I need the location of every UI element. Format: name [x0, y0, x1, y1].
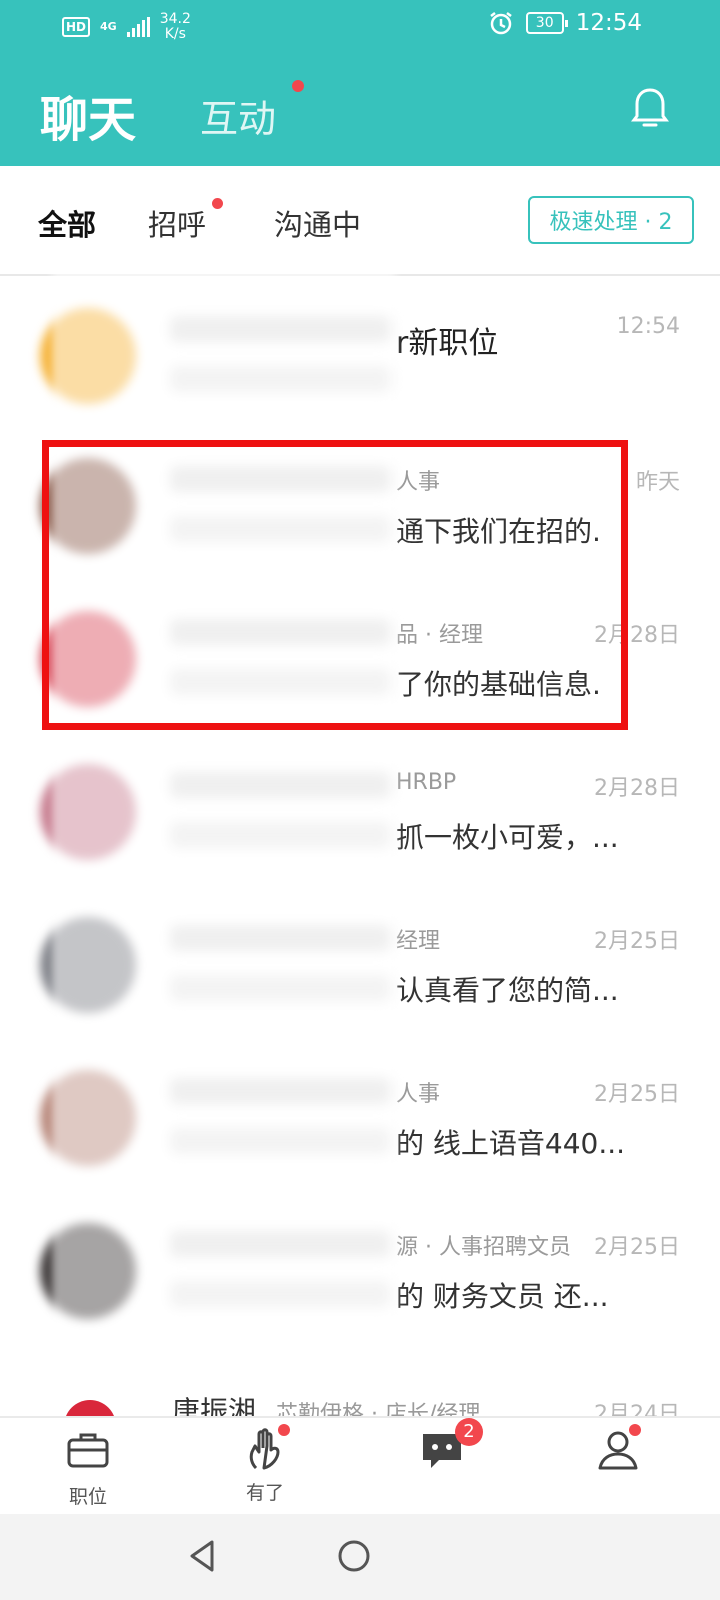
conversation-item-partial[interactable]: 唐振湘 芯勤伊格 · 店长/经理 2月24日	[0, 1396, 720, 1416]
company-role: HRBP	[396, 770, 457, 795]
company-role: 人事	[396, 470, 441, 495]
filter-greet[interactable]: 招呼	[148, 202, 206, 244]
battery-icon: 30	[525, 12, 568, 34]
filter-tabs: 全部 招呼 沟通中 极速处理 · 2	[0, 166, 720, 276]
contact-name: 唐振湘	[172, 1396, 257, 1416]
blurred-message	[170, 366, 390, 392]
message-preview: 的 线上语音440...	[396, 1127, 626, 1160]
nav-jobs-label: 职位	[68, 1486, 107, 1508]
message-preview: 的 财务文员 还...	[396, 1280, 609, 1313]
blurred-name	[170, 925, 390, 951]
nav-messages[interactable]: 2	[382, 1418, 502, 1472]
tab-interaction[interactable]: 互动	[200, 88, 276, 143]
message-time: 2月25日	[594, 1082, 680, 1107]
profile-dot	[629, 1424, 641, 1436]
status-bar: HD 4G 34.2 K/s 30 12:54	[0, 0, 720, 56]
network-type: 4G	[100, 20, 117, 33]
net-speed-unit: K/s	[164, 26, 186, 42]
alarm-icon	[489, 12, 512, 35]
message-time: 12:54	[616, 314, 680, 339]
status-left: HD 4G 34.2 K/s	[62, 12, 191, 42]
header-bar: HD 4G 34.2 K/s 30 12:54 聊天 互动	[0, 0, 720, 166]
blurred-name	[170, 466, 390, 492]
conversation-item[interactable]: 人事 昨天 通下我们在招的.	[0, 426, 720, 582]
company-role: 人事	[396, 1082, 441, 1107]
avatar	[40, 764, 136, 860]
avatar	[40, 308, 136, 404]
message-preview: r新职位	[396, 326, 499, 361]
message-time: 昨天	[635, 470, 680, 495]
blurred-message	[170, 975, 390, 1001]
status-right: 30 12:54	[488, 10, 642, 36]
bottom-navigation: 职位 有了 2	[0, 1416, 720, 1514]
filter-all[interactable]: 全部	[38, 202, 96, 244]
bell-icon[interactable]	[630, 86, 670, 130]
message-time: 2月28日	[594, 776, 680, 801]
status-time: 12:54	[575, 10, 642, 36]
blurred-message	[170, 822, 390, 848]
company-role: 经理	[396, 929, 441, 954]
nav-jobs[interactable]: 职位	[28, 1428, 148, 1509]
nav-youle[interactable]: 有了	[205, 1424, 325, 1505]
home-icon[interactable]	[336, 1538, 372, 1574]
youle-icon-wrap	[242, 1424, 290, 1472]
conversation-item[interactable]: 经理 2月25日 认真看了您的简...	[0, 885, 720, 1041]
messages-badge: 2	[455, 1418, 483, 1446]
company-role: 源 · 人事招聘文员	[396, 1235, 571, 1260]
quick-process-button[interactable]: 极速处理 · 2	[528, 196, 694, 244]
filter-talking[interactable]: 沟通中	[274, 202, 361, 244]
avatar	[40, 611, 136, 707]
app-screen: HD 4G 34.2 K/s 30 12:54 聊天 互动 全部 招呼 沟通中 …	[0, 0, 720, 1600]
company-role: 品 · 经理	[396, 623, 483, 648]
avatar	[40, 1070, 136, 1166]
blurred-name	[170, 1231, 390, 1257]
blurred-name	[170, 619, 390, 645]
nav-youle-label: 有了	[245, 1482, 284, 1504]
blurred-message	[170, 1128, 390, 1154]
message-time: 2月24日	[594, 1402, 680, 1416]
avatar	[40, 1223, 136, 1319]
message-preview: 通下我们在招的.	[396, 515, 601, 548]
conversation-item[interactable]: r新职位 12:54	[0, 276, 720, 432]
blurred-message	[170, 516, 390, 542]
message-time: 2月25日	[594, 1235, 680, 1260]
message-preview: 抓一枚小可爱，...	[396, 821, 619, 854]
blurred-name	[170, 772, 390, 798]
conversation-item[interactable]: HRBP 2月28日 抓一枚小可爱，...	[0, 732, 720, 888]
interaction-dot	[292, 80, 304, 92]
messages-icon-wrap: 2	[419, 1418, 483, 1472]
message-preview: 了你的基础信息.	[396, 668, 601, 701]
blurred-name	[170, 1078, 390, 1104]
avatar	[40, 917, 136, 1013]
net-speed: 34.2 K/s	[160, 12, 191, 42]
conversation-item[interactable]: 人事 2月25日 的 线上语音440...	[0, 1038, 720, 1194]
blurred-name	[170, 316, 390, 342]
blurred-message	[170, 669, 390, 695]
tab-chat[interactable]: 聊天	[40, 80, 136, 150]
conversation-item[interactable]: 源 · 人事招聘文员 2月25日 的 财务文员 还...	[0, 1191, 720, 1347]
profile-icon-wrap	[595, 1424, 641, 1472]
company-role: 芯勤伊格 · 店长/经理	[276, 1402, 481, 1416]
system-navigation	[0, 1514, 720, 1600]
avatar	[64, 1400, 116, 1416]
conversation-item[interactable]: 品 · 经理 2月28日 了你的基础信息.	[0, 579, 720, 735]
signal-icon	[126, 17, 150, 37]
message-time: 2月28日	[594, 623, 680, 648]
hd-indicator: HD	[62, 17, 91, 37]
avatar	[40, 458, 136, 554]
back-icon[interactable]	[186, 1538, 218, 1574]
briefcase-icon	[67, 1433, 109, 1468]
nav-profile[interactable]	[558, 1424, 678, 1472]
blurred-message	[170, 1281, 390, 1307]
message-preview: 认真看了您的简...	[396, 974, 619, 1007]
net-speed-value: 34.2	[159, 11, 191, 27]
message-time: 2月25日	[594, 929, 680, 954]
youle-dot	[278, 1424, 290, 1436]
greet-dot	[212, 198, 223, 209]
